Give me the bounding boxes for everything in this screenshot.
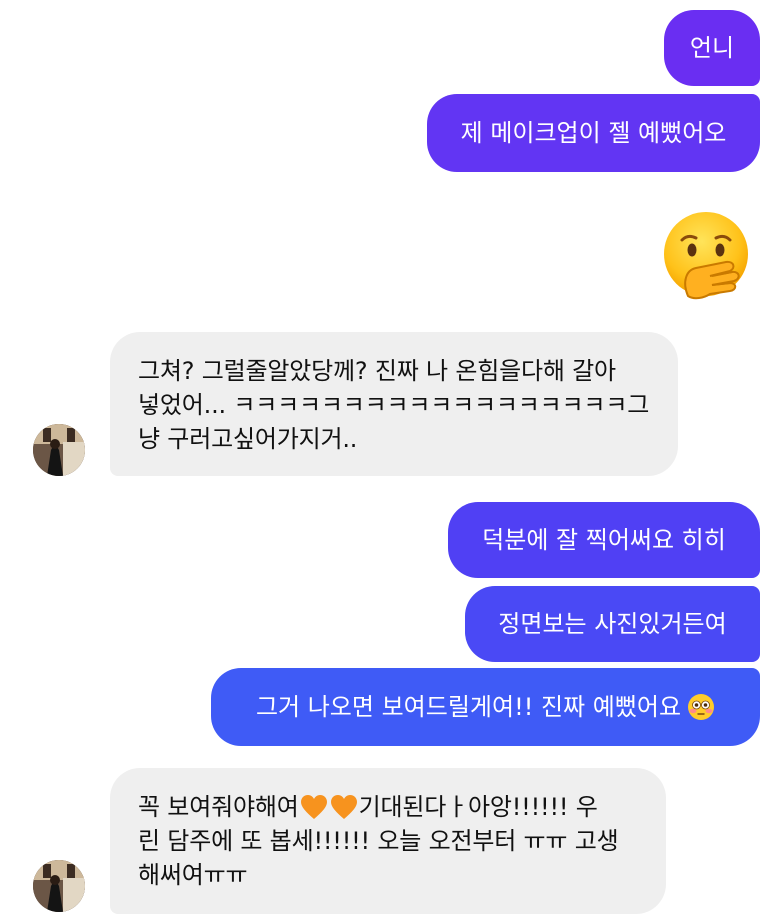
- message-text: 언니: [689, 34, 735, 62]
- chat-screen: { "messages": { "m1": "언니", "m2": "제 메이크…: [0, 0, 773, 922]
- message-text: 덕분에 잘 찍어써요 히히: [482, 526, 726, 554]
- message-text: 꼭 보여줘야해여 기대된다ㅏ아앙!!!!!! 우 린 담주에 또 봅세!!!!!!…: [138, 790, 619, 892]
- outgoing-message[interactable]: 제 메이크업이 젤 예뻤어오: [427, 94, 760, 172]
- orange-heart-icon: [300, 794, 328, 820]
- message-text: 정면보는 사진있거든여: [498, 610, 727, 638]
- flushed-face-emoji: [687, 693, 715, 721]
- outgoing-message[interactable]: 덕분에 잘 찍어써요 히히: [448, 502, 760, 578]
- message-line: 그쳐? 그럴줄알았당께? 진짜 나 온힘을다해 갈아: [138, 357, 616, 385]
- message-line: 냥 구러고싶어가지거..: [138, 425, 358, 453]
- avatar[interactable]: [33, 860, 85, 912]
- message-line: 린 담주에 또 봅세!!!!!! 오늘 오전부터 ㅠㅠ 고생: [138, 827, 619, 855]
- avatar[interactable]: [33, 424, 85, 476]
- message-fragment: 꼭 보여줘야해여: [138, 793, 299, 821]
- message-text: 그거 나오면 보여드릴게여!! 진짜 예뻤어요: [255, 693, 682, 721]
- hand-over-mouth-emoji[interactable]: [660, 210, 752, 302]
- message-fragment: 기대된다ㅏ아앙!!!!!! 우: [358, 793, 598, 821]
- outgoing-message[interactable]: 정면보는 사진있거든여: [465, 586, 760, 662]
- message-line: 해써여ㅠㅠ: [138, 861, 248, 889]
- message-text: 제 메이크업이 젤 예뻤어오: [460, 119, 727, 147]
- orange-heart-icon: [330, 794, 358, 820]
- message-text: 그쳐? 그럴줄알았당께? 진짜 나 온힘을다해 갈아 넣었어... ㅋㅋㅋㅋㅋㅋ…: [138, 354, 649, 456]
- message-line: 꼭 보여줘야해여 기대된다ㅏ아앙!!!!!! 우: [138, 790, 619, 824]
- incoming-message[interactable]: 그쳐? 그럴줄알았당께? 진짜 나 온힘을다해 갈아 넣었어... ㅋㅋㅋㅋㅋㅋ…: [110, 332, 678, 476]
- incoming-message[interactable]: 꼭 보여줘야해여 기대된다ㅏ아앙!!!!!! 우 린 담주에 또 봅세!!!!!!…: [110, 768, 666, 914]
- outgoing-message[interactable]: 언니: [664, 10, 760, 86]
- outgoing-message[interactable]: 그거 나오면 보여드릴게여!! 진짜 예뻤어요: [211, 668, 760, 746]
- message-line: 넣었어... ㅋㅋㅋㅋㅋㅋㅋㅋㅋㅋㅋㅋㅋㅋㅋㅋㅋㅋ그: [138, 391, 650, 419]
